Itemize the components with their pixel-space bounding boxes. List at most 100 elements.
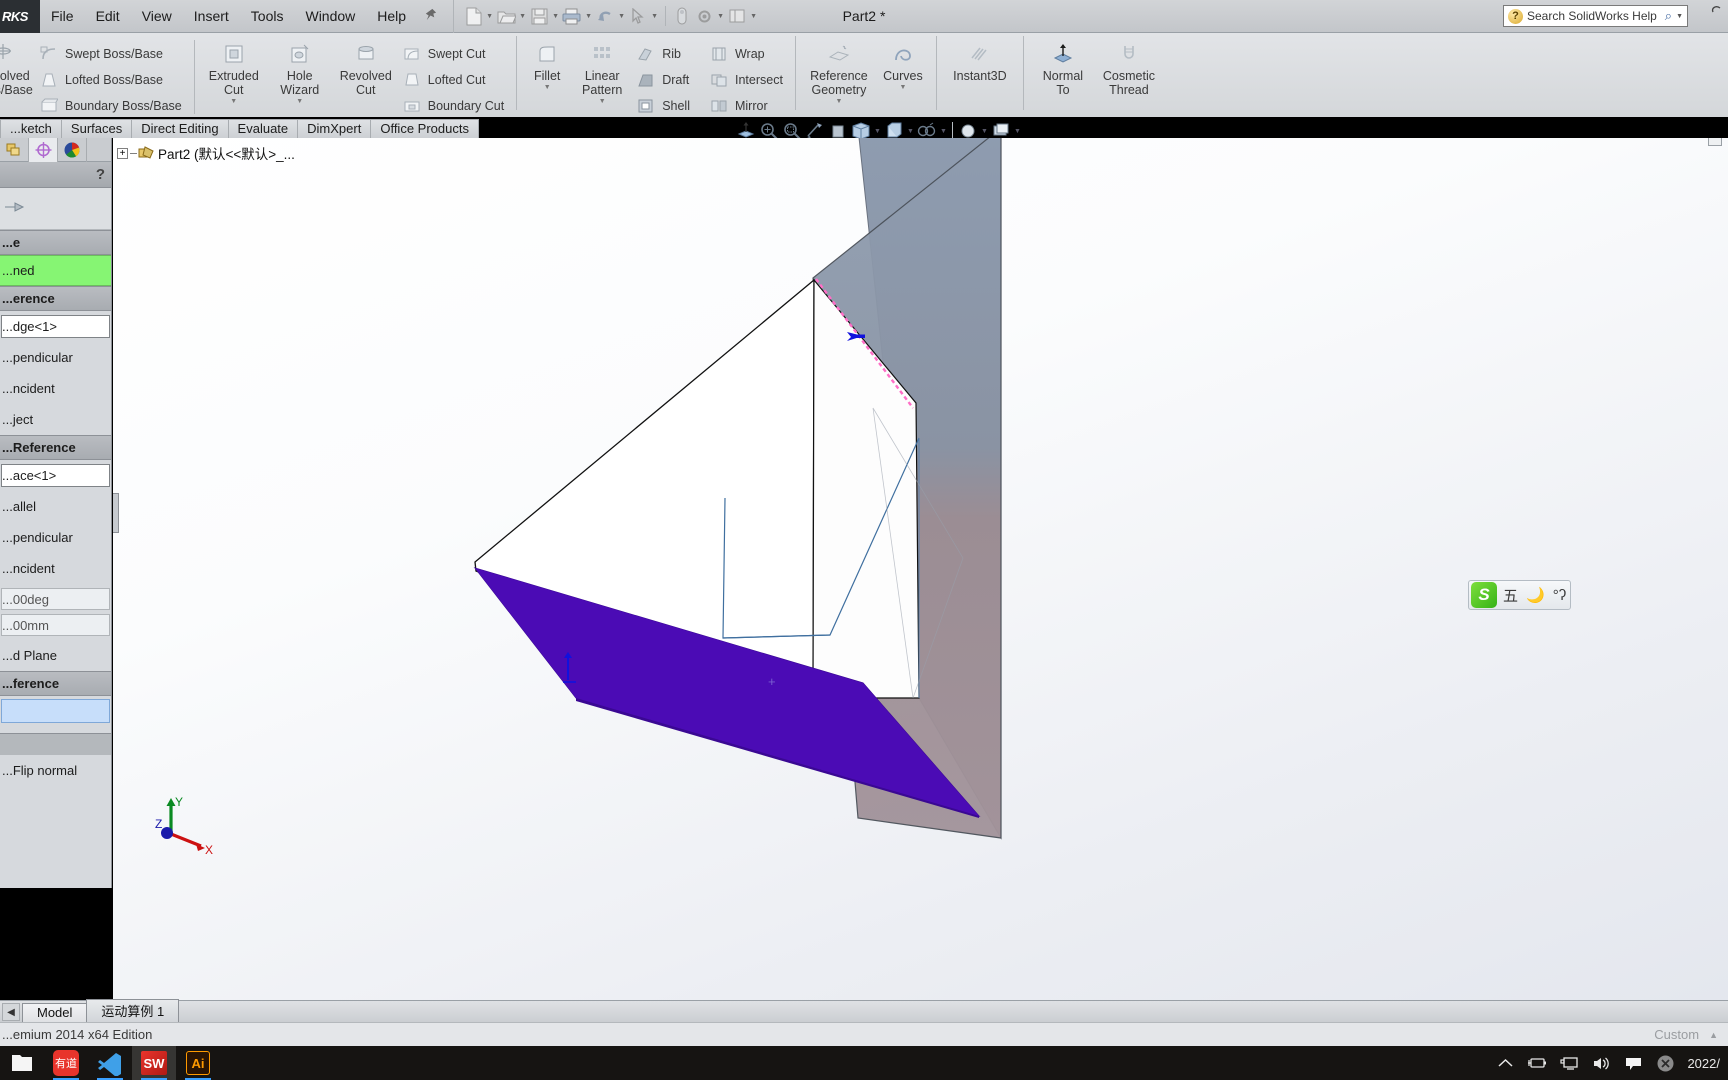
options-caret-icon[interactable]: ▼ <box>715 13 726 20</box>
status-bar-units[interactable]: Custom <box>1654 1027 1699 1042</box>
menu-file[interactable]: File <box>40 5 85 27</box>
ribbon-hole-wizard[interactable]: Hole Wizard ▼ <box>267 37 333 105</box>
second-reference-parallel-option[interactable]: ...allel <box>0 491 111 522</box>
ime-input-mode[interactable]: 五 <box>1501 585 1520 606</box>
scene-caret-icon[interactable]: ▼ <box>980 128 989 135</box>
ribbon-cosmetic-thread[interactable]: Cosmetic Thread <box>1096 37 1162 97</box>
taskbar-icon-vscode[interactable] <box>88 1046 132 1080</box>
property-manager-help-icon[interactable]: ? <box>96 166 105 183</box>
ribbon-fillet[interactable]: Fillet ▼ <box>523 37 571 91</box>
network-monitor-icon[interactable] <box>1559 1053 1579 1073</box>
printer-icon[interactable] <box>561 4 583 28</box>
second-reference-selection-field[interactable]: ...ace<1> <box>1 464 110 487</box>
open-document-caret-icon[interactable]: ▼ <box>517 13 528 20</box>
ribbon-shell[interactable]: Shell <box>633 93 696 117</box>
help-search-caret-icon[interactable]: ▼ <box>1676 13 1683 20</box>
second-reference-mid-plane-option[interactable]: ...d Plane <box>0 640 111 671</box>
magnifier-icon[interactable]: ⌕ <box>1665 8 1672 24</box>
open-document-icon[interactable] <box>495 4 517 28</box>
select-caret-icon[interactable]: ▼ <box>649 13 660 20</box>
ribbon-reference-geometry[interactable]: Reference Geometry ▼ <box>802 37 876 105</box>
tab-direct-editing[interactable]: Direct Editing <box>131 119 229 138</box>
ribbon-revolved-cut[interactable]: Revolved Cut <box>333 37 399 97</box>
tab-evaluate[interactable]: Evaluate <box>227 119 299 138</box>
taskbar-clock[interactable]: 2022/ <box>1687 1056 1720 1071</box>
fillet-caret-icon[interactable]: ▼ <box>544 84 551 91</box>
ribbon-intersect[interactable]: Intersect <box>706 67 789 93</box>
hide-show-caret-icon[interactable]: ▼ <box>906 128 915 135</box>
taskbar-icon-youdao[interactable]: 有道 <box>44 1046 88 1080</box>
tab-scroll-prev-button[interactable]: ◀ <box>2 1003 20 1021</box>
taskbar-icon-illustrator[interactable]: Ai <box>176 1046 220 1080</box>
sogou-ime-bar[interactable]: S 五 🌙 °ʔ <box>1468 580 1572 610</box>
pushpin-icon[interactable] <box>417 7 443 25</box>
panel-caret-icon[interactable]: ▼ <box>748 13 759 20</box>
ribbon-normal-to[interactable]: Normal To <box>1030 37 1096 97</box>
ribbon-linear-pattern[interactable]: Linear Pattern ▼ <box>571 37 633 105</box>
tab-office-products[interactable]: Office Products <box>370 119 479 138</box>
tab-sketch[interactable]: ...ketch <box>0 119 62 138</box>
ribbon-mirror[interactable]: Mirror <box>706 93 789 117</box>
second-reference-coincident-option[interactable]: ...ncident <box>0 553 111 584</box>
graphics-area[interactable]: + Part2 (默认<<默认>_... + Y X Z <box>113 138 1728 1000</box>
tab-motion-study[interactable]: 运动算例 1 <box>86 999 180 1022</box>
second-reference-perpendicular-option[interactable]: ...pendicular <box>0 522 111 553</box>
first-reference-project-option[interactable]: ...ject <box>0 404 111 435</box>
sogou-logo-icon[interactable]: S <box>1471 582 1497 608</box>
flip-normal-checkbox[interactable]: ...Flip normal <box>0 755 111 786</box>
third-reference-selection-field[interactable] <box>1 699 110 723</box>
moon-icon[interactable]: 🌙 <box>1524 586 1547 604</box>
print-caret-icon[interactable]: ▼ <box>583 13 594 20</box>
ribbon-instant3d[interactable]: Instant3D <box>943 37 1017 83</box>
taskbar-icon-solidworks[interactable]: SW <box>132 1046 176 1080</box>
first-reference-selection-field[interactable]: ...dge<1> <box>1 315 110 338</box>
menu-insert[interactable]: Insert <box>183 5 240 27</box>
notification-flag-icon[interactable] <box>1623 1053 1643 1073</box>
menu-tools[interactable]: Tools <box>240 5 295 27</box>
menu-window[interactable]: Window <box>294 5 366 27</box>
window-controls[interactable] <box>1710 4 1724 21</box>
menu-edit[interactable]: Edit <box>85 5 131 27</box>
chevron-up-icon[interactable] <box>1495 1053 1515 1073</box>
extruded-cut-caret-icon[interactable]: ▼ <box>230 98 237 105</box>
display-style-caret-icon[interactable]: ▼ <box>873 128 882 135</box>
panel-icon[interactable] <box>726 4 748 28</box>
taskbar-icon-file-explorer[interactable] <box>0 1046 44 1080</box>
ribbon-revolved-boss-base[interactable]: ...evolved Boss/Base <box>0 37 36 97</box>
menu-help[interactable]: Help <box>366 5 417 27</box>
rebuild-icon[interactable] <box>671 4 693 28</box>
second-reference-angle-field[interactable]: ...00deg <box>1 588 110 610</box>
model-3d-view[interactable]: + Y X Z <box>113 138 1728 1000</box>
first-reference-coincident-option[interactable]: ...ncident <box>0 373 111 404</box>
close-circle-icon[interactable] <box>1655 1053 1675 1073</box>
battery-icon[interactable] <box>1527 1053 1547 1073</box>
menu-view[interactable]: View <box>131 5 183 27</box>
new-document-icon[interactable] <box>462 4 484 28</box>
ribbon-boundary-cut[interactable]: Boundary Cut <box>399 93 510 117</box>
curves-caret-icon[interactable]: ▼ <box>899 84 906 91</box>
ime-extra-icon[interactable]: °ʔ <box>1551 587 1569 604</box>
ribbon-swept-boss-base[interactable]: Swept Boss/Base <box>36 41 188 67</box>
ribbon-curves[interactable]: Curves ▼ <box>876 37 930 91</box>
save-disk-icon[interactable] <box>528 4 550 28</box>
feature-tree-icon[interactable] <box>0 138 29 162</box>
save-caret-icon[interactable]: ▼ <box>550 13 561 20</box>
ribbon-wrap[interactable]: Wrap <box>706 41 789 67</box>
undo-caret-icon[interactable]: ▼ <box>616 13 627 20</box>
ribbon-boundary-boss-base[interactable]: Boundary Boss/Base <box>36 93 188 117</box>
cursor-arrow-icon[interactable] <box>627 4 649 28</box>
speaker-icon[interactable] <box>1591 1053 1611 1073</box>
property-manager-icon[interactable] <box>29 138 58 162</box>
gear-icon[interactable] <box>693 4 715 28</box>
new-document-caret-icon[interactable]: ▼ <box>484 13 495 20</box>
ribbon-extruded-cut[interactable]: Extruded Cut ▼ <box>201 37 267 105</box>
ribbon-lofted-cut[interactable]: Lofted Cut <box>399 67 510 93</box>
linear-pattern-caret-icon[interactable]: ▼ <box>599 98 606 105</box>
panel-splitter-handle[interactable] <box>113 493 119 533</box>
tab-model[interactable]: Model <box>22 1003 88 1022</box>
ribbon-draft[interactable]: Draft <box>633 67 696 93</box>
ribbon-rib[interactable]: Rib <box>633 41 696 67</box>
view-settings-caret-icon[interactable]: ▼ <box>1013 128 1022 135</box>
undo-arrow-icon[interactable] <box>594 4 616 28</box>
ribbon-lofted-boss-base[interactable]: Lofted Boss/Base <box>36 67 188 93</box>
